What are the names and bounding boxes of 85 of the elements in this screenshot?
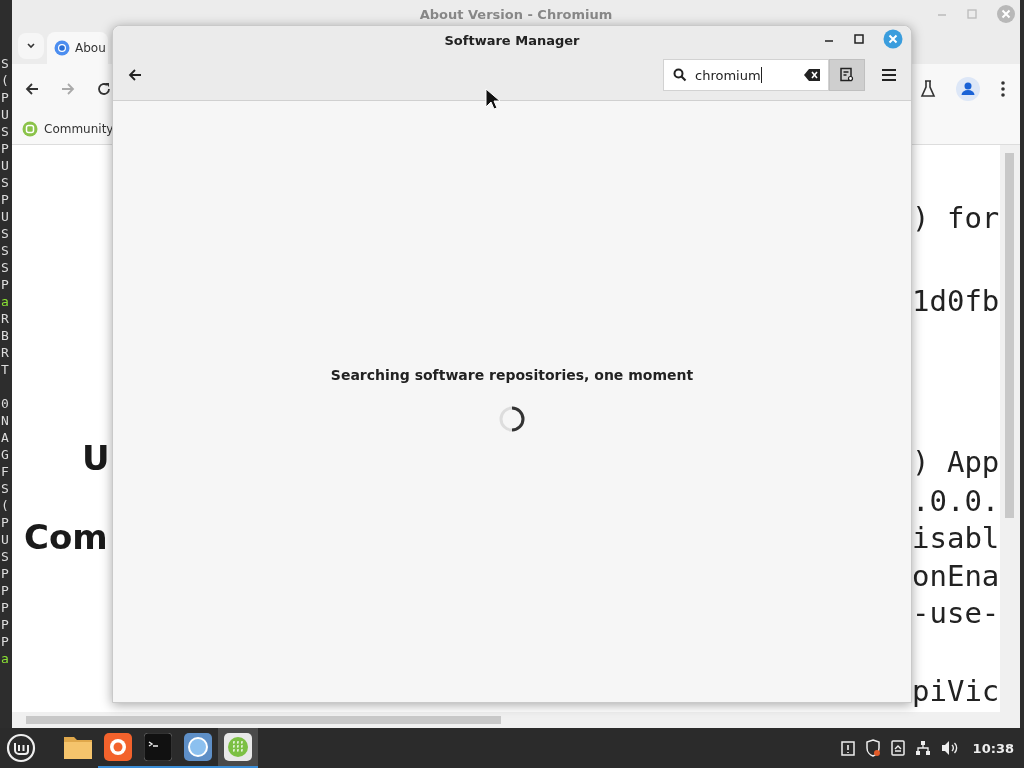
terminal-text: S xyxy=(1,175,9,190)
status-message: Searching software repositories, one moment xyxy=(330,367,694,383)
browser-tab[interactable]: Abou xyxy=(47,32,108,64)
terminal-text: T xyxy=(1,362,9,377)
maximize-icon[interactable] xyxy=(853,33,865,45)
terminal-text: P xyxy=(1,141,9,156)
taskbar-app[interactable] xyxy=(218,728,258,768)
code-text: .0.0. xyxy=(912,483,1000,519)
terminal-text: G xyxy=(1,447,9,462)
terminal-text: S xyxy=(1,226,9,241)
terminal-text: U xyxy=(1,532,9,547)
search-in-details-button[interactable] xyxy=(829,59,865,91)
menu-icon[interactable] xyxy=(881,68,897,82)
profile-icon[interactable] xyxy=(956,77,980,101)
terminal-text: P xyxy=(1,277,9,292)
terminal-text: F xyxy=(1,464,9,479)
mint-logo-icon xyxy=(22,121,38,137)
terminal-text: S xyxy=(1,124,9,139)
horizontal-scrollbar[interactable] xyxy=(12,712,1020,728)
document-search-icon xyxy=(839,67,855,83)
window-title: Software Manager xyxy=(444,32,580,48)
terminal-text: P xyxy=(1,192,9,207)
mint-menu-icon[interactable] xyxy=(6,733,36,763)
code-text: ) App xyxy=(912,444,1000,480)
caret-icon xyxy=(26,42,36,50)
tab-list-button[interactable] xyxy=(18,33,44,59)
back-icon[interactable] xyxy=(24,81,40,97)
terminal-text: P xyxy=(1,583,9,598)
cursor-icon xyxy=(485,88,501,110)
terminal-text: S xyxy=(1,481,9,496)
code-text: onEna xyxy=(912,558,1000,594)
network-icon[interactable] xyxy=(914,740,931,756)
clipboard-icon[interactable] xyxy=(840,740,855,756)
clock-text[interactable]: 10:38 xyxy=(972,740,1014,756)
terminal-text: P xyxy=(1,634,9,649)
terminal-text: a xyxy=(1,651,9,666)
terminal-text: ( xyxy=(1,498,9,513)
page-heading: U xyxy=(82,438,110,478)
terminal-text: U xyxy=(1,158,9,173)
close-icon[interactable] xyxy=(883,29,903,49)
menu-dots-icon[interactable] xyxy=(1000,80,1006,98)
vertical-scrollbar[interactable] xyxy=(1000,145,1020,712)
browser-logo-icon xyxy=(54,40,70,56)
browser-icon xyxy=(184,733,212,761)
shield-icon[interactable] xyxy=(864,739,881,757)
code-text: piVic xyxy=(912,673,1000,709)
app-grid-icon xyxy=(224,733,252,761)
terminal-text: A xyxy=(1,430,9,445)
flask-icon[interactable] xyxy=(920,80,936,98)
loading-spinner-icon xyxy=(498,405,526,433)
terminal-text: U xyxy=(1,107,9,122)
terminal-icon xyxy=(144,733,172,761)
terminal-text: P xyxy=(1,600,9,615)
terminal-text: B xyxy=(1,328,9,343)
search-icon xyxy=(673,68,687,82)
folder-icon xyxy=(63,734,93,760)
terminal-text: S xyxy=(1,260,9,275)
terminal-text: N xyxy=(1,413,9,428)
clear-icon[interactable] xyxy=(804,69,820,81)
page-heading: Com xyxy=(24,517,108,557)
search-field[interactable]: chromium xyxy=(663,59,829,91)
terminal-text: R xyxy=(1,345,9,360)
code-text: -use- xyxy=(912,595,1000,631)
code-text: ) for xyxy=(912,200,1000,236)
bookmark-item[interactable]: Community xyxy=(22,121,114,137)
terminal-text: S xyxy=(1,549,9,564)
update-icon[interactable] xyxy=(890,740,905,756)
reload-icon[interactable] xyxy=(96,81,112,97)
code-text: 1d0fb xyxy=(912,283,1000,319)
terminal-text: S xyxy=(1,56,9,71)
terminal-text: R xyxy=(1,311,9,326)
terminal-text: U xyxy=(1,209,9,224)
code-text: isabl xyxy=(912,520,1000,556)
terminal-text: P xyxy=(1,566,9,581)
terminal-text: a xyxy=(1,294,9,309)
fox-icon xyxy=(104,733,132,761)
terminal-text: P xyxy=(1,515,9,530)
volume-icon[interactable] xyxy=(940,740,959,756)
terminal-text: ( xyxy=(1,73,9,88)
terminal-text: S xyxy=(1,243,9,258)
terminal-text: 0 xyxy=(1,396,9,411)
terminal-text: P xyxy=(1,90,9,105)
window-title: About Version - Chromium xyxy=(419,6,613,22)
terminal-text: P xyxy=(1,617,9,632)
back-icon[interactable] xyxy=(127,67,143,83)
